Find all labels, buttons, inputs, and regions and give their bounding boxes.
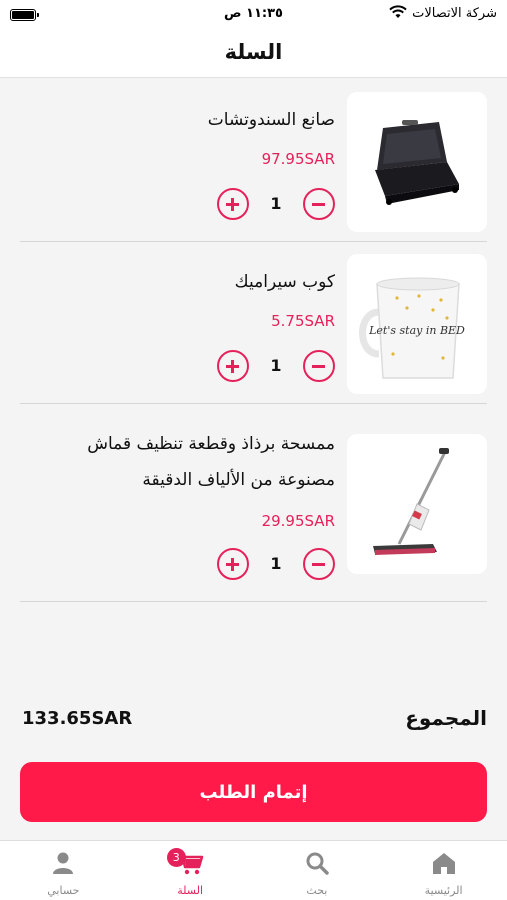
tab-account[interactable]: حسابي (0, 841, 127, 900)
sandwich-maker-image[interactable] (347, 92, 487, 232)
battery-icon (10, 9, 39, 21)
tab-label: السلة (177, 884, 203, 897)
increase-quantity-button[interactable] (217, 350, 249, 382)
total-label: المجموع (405, 706, 487, 730)
tab-search[interactable]: بحث (254, 841, 381, 900)
quantity-stepper: 1 (217, 188, 335, 220)
user-icon (49, 849, 77, 877)
tab-cart[interactable]: 3 السلة (127, 841, 254, 900)
wifi-icon (389, 5, 407, 23)
cart-item: صانع السندوتشات 97.95SAR 1 (20, 80, 487, 242)
order-total: المجموع 133.65SAR (20, 706, 487, 734)
quantity-value: 1 (270, 554, 282, 573)
quantity-value: 1 (270, 194, 282, 213)
home-icon (430, 849, 458, 877)
increase-quantity-button[interactable] (217, 188, 249, 220)
spray-mop-image[interactable] (347, 434, 487, 574)
quantity-stepper: 1 (217, 548, 335, 580)
cart-count-badge: 3 (166, 848, 186, 867)
decrease-quantity-button[interactable] (303, 188, 335, 220)
total-value: 133.65SAR (22, 708, 133, 729)
product-name[interactable]: صانع السندوتشات (35, 102, 335, 138)
ceramic-mug-image[interactable]: Let's stay in BED (347, 254, 487, 394)
product-name[interactable]: ممسحة برذاذ وقطعة تنظيف قماش مصنوعة من ا… (35, 426, 335, 498)
status-bar: شركة الاتصالات ١١:٣٥ ص (0, 0, 507, 30)
decrease-quantity-button[interactable] (303, 548, 335, 580)
tab-label: بحث (306, 884, 328, 897)
page-header: السلة (0, 30, 507, 78)
checkout-button[interactable]: إتمام الطلب (20, 762, 487, 822)
cart-item: Let's stay in BED كوب سيراميك 5.75SAR 1 (20, 242, 487, 404)
carrier-name: شركة الاتصالات (412, 6, 497, 21)
tab-home[interactable]: الرئيسية (380, 841, 507, 900)
product-price: 97.95SAR (261, 150, 335, 168)
decrease-quantity-button[interactable] (303, 350, 335, 382)
cart-item: ممسحة برذاذ وقطعة تنظيف قماش مصنوعة من ا… (20, 404, 487, 602)
tab-label: الرئيسية (424, 884, 463, 897)
product-price: 29.95SAR (261, 512, 335, 530)
bottom-tab-bar: حسابي 3 السلة بحث الرئيسية (0, 840, 507, 900)
product-name[interactable]: كوب سيراميك (35, 264, 335, 300)
status-time: ١١:٣٥ ص (224, 6, 283, 21)
increase-quantity-button[interactable] (217, 548, 249, 580)
search-icon (303, 849, 331, 877)
product-price: 5.75SAR (271, 312, 335, 330)
quantity-stepper: 1 (217, 350, 335, 382)
mug-print-text: Let's stay in BED (368, 324, 465, 337)
page-title: السلة (224, 40, 283, 64)
quantity-value: 1 (270, 356, 282, 375)
tab-label: حسابي (47, 884, 80, 897)
